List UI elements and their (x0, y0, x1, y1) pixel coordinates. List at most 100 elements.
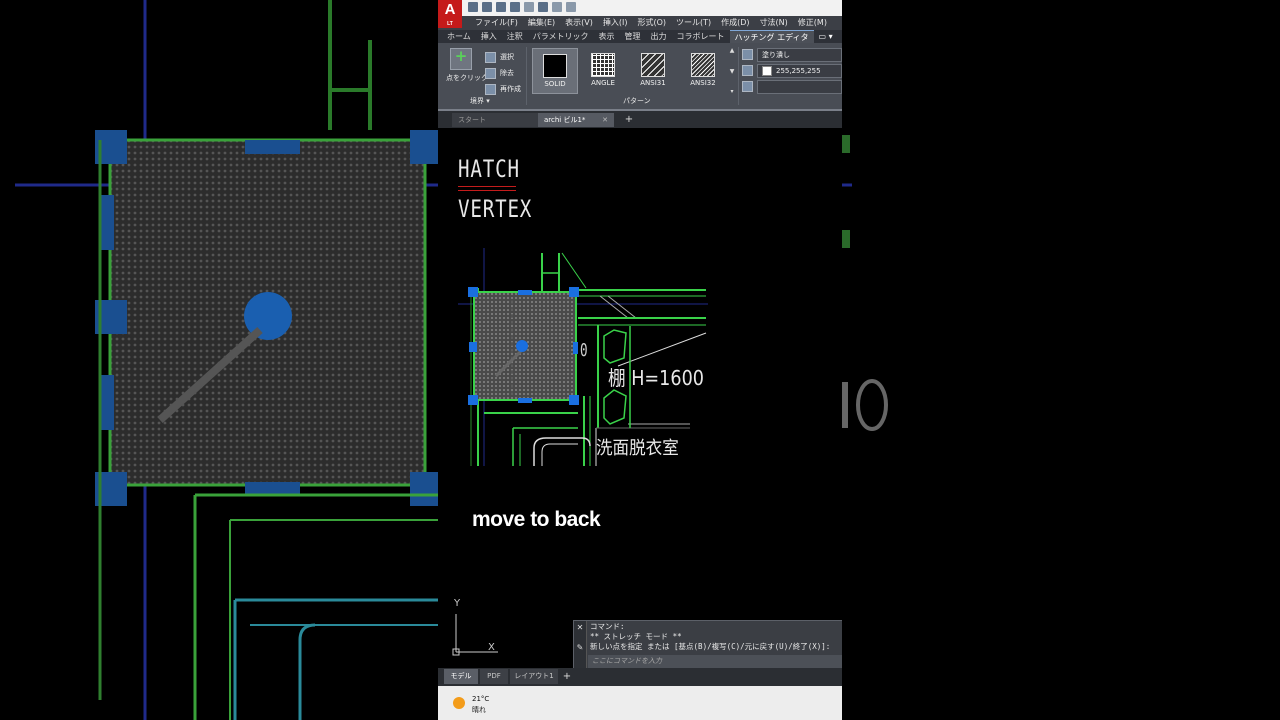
command-line-sidebar: ✕ ✎ (574, 621, 587, 669)
ansi31-pattern-icon (641, 53, 665, 77)
tab-pdf[interactable]: PDF (480, 669, 508, 684)
grip[interactable] (569, 395, 579, 405)
properties-panel: 塗り潰し 255,255,255 (742, 47, 842, 95)
grip[interactable] (468, 287, 478, 297)
hatch-type-row[interactable]: 塗り潰し (742, 47, 842, 62)
pattern-ansi32[interactable]: ANSI32 (681, 48, 725, 92)
tab-model[interactable]: モデル (444, 669, 478, 684)
menu-tools[interactable]: ツール(T) (671, 16, 716, 30)
taskbar: 21°C 晴れ (438, 686, 842, 720)
app-logo-letter: A (444, 1, 456, 18)
autocad-window: A LT ファイル(F) 編集(E) 表示(V) 挿入(I) 形式(O) ツール… (438, 0, 842, 720)
scroll-down-icon[interactable]: ▼ (730, 68, 735, 75)
remove-button[interactable]: 除去 (485, 65, 521, 81)
pattern-ansi32-label: ANSI32 (690, 79, 716, 87)
ribbon-overflow-button[interactable]: ▭ ▾ (814, 30, 838, 43)
hatch-type-field[interactable]: 塗り潰し (757, 47, 842, 62)
pattern-scroll[interactable]: ▲ ▼ ▾ (728, 47, 736, 95)
close-tab-icon[interactable]: ✕ (602, 113, 608, 127)
new-icon[interactable] (468, 2, 478, 12)
document-tabs: スタート archi ビル1* ✕ + (438, 111, 842, 128)
new-tab-button[interactable]: + (622, 113, 636, 127)
application-menu-button[interactable]: A LT (438, 0, 462, 28)
tab-collaborate[interactable]: コラボレート (672, 30, 730, 43)
dimension-fragment: 0 (580, 340, 588, 361)
tab-insert[interactable]: 挿入 (476, 30, 502, 43)
quick-access-toolbar (468, 2, 576, 12)
add-layout-button[interactable]: + (560, 669, 574, 684)
grip[interactable] (518, 290, 532, 295)
tab-hatch-editor[interactable]: ハッチング エディタ (729, 30, 814, 43)
ribbon-tabs: ホーム 挿入 注釈 パラメトリック 表示 管理 出力 コラボレート ハッチング … (438, 30, 842, 43)
save-icon[interactable] (496, 2, 506, 12)
menu-file[interactable]: ファイル(F) (470, 16, 523, 30)
pick-points-button[interactable]: 点をクリック (446, 47, 488, 88)
scroll-up-icon[interactable]: ▲ (730, 47, 735, 54)
hatch-color-row[interactable]: 255,255,255 (742, 63, 842, 78)
pick-points-icon (450, 47, 472, 70)
video-caption: move to back (472, 508, 601, 531)
publish-icon[interactable] (524, 2, 534, 12)
pattern-ansi31[interactable]: ANSI31 (631, 48, 675, 92)
grip[interactable] (518, 398, 532, 403)
tab-layout1[interactable]: レイアウト1 (510, 669, 558, 684)
menu-dimension[interactable]: 寸法(N) (755, 16, 793, 30)
tab-parametric[interactable]: パラメトリック (528, 30, 594, 43)
menu-format[interactable]: 形式(O) (632, 16, 671, 30)
menu-edit[interactable]: 編集(E) (523, 16, 560, 30)
grip[interactable] (469, 342, 477, 352)
hatch-type-value: 塗り潰し (762, 50, 790, 59)
tab-view[interactable]: 表示 (594, 30, 620, 43)
grip[interactable] (569, 287, 579, 297)
menu-draw[interactable]: 作成(D) (716, 16, 754, 30)
title-bar (438, 0, 842, 17)
grip[interactable] (468, 395, 478, 405)
command-history-line: ** ストレッチ モード ** (590, 632, 682, 641)
background-blur-right (842, 0, 1280, 720)
color-swatch (762, 65, 772, 76)
save-as-icon[interactable] (510, 2, 520, 12)
boundary-panel-title[interactable]: 境界 ▾ (470, 95, 490, 107)
redo-icon[interactable] (566, 2, 576, 12)
tab-home[interactable]: ホーム (442, 30, 476, 43)
expand-icon[interactable]: ▾ (730, 88, 733, 95)
tab-annotate[interactable]: 注釈 (502, 30, 528, 43)
customize-icon[interactable]: ✎ (574, 641, 586, 655)
drawing-canvas[interactable]: HATCH VERTEX 0 棚 H=1600 洗面脱衣室 move to ba… (438, 128, 842, 670)
select-button[interactable]: 選択 (485, 49, 521, 65)
remove-icon (485, 67, 496, 79)
background-color-field[interactable] (757, 79, 842, 94)
pattern-angle[interactable]: ANGLE (581, 48, 625, 92)
command-history-line: コマンド: (590, 622, 625, 631)
tab-current-drawing[interactable]: archi ビル1* ✕ (538, 113, 614, 127)
command-history-line: 新しい点を指定 または [基点(B)/複写(C)/元に戻す(U)/終了(X)]: (590, 642, 831, 651)
solid-pattern-icon (543, 54, 567, 78)
pick-points-label: 点をクリック (446, 74, 488, 82)
tab-output[interactable]: 出力 (646, 30, 672, 43)
open-icon[interactable] (482, 2, 492, 12)
grip[interactable] (573, 342, 578, 354)
background-color-row[interactable] (742, 79, 842, 94)
hatch-color-field[interactable]: 255,255,255 (757, 63, 842, 78)
plot-icon[interactable] (538, 2, 548, 12)
background-blur-left (0, 0, 438, 720)
menu-insert[interactable]: 挿入(I) (598, 16, 633, 30)
cad-geometry[interactable] (438, 128, 842, 668)
undo-icon[interactable] (552, 2, 562, 12)
weather-temperature[interactable]: 21°C (472, 695, 489, 703)
pattern-solid[interactable]: SOLID (532, 48, 578, 94)
menu-view[interactable]: 表示(V) (560, 16, 598, 30)
boundary-tools: 選択 除去 再作成 (485, 49, 521, 97)
tab-start[interactable]: スタート (452, 113, 538, 127)
command-input[interactable]: ここにコマンドを入力 (588, 655, 842, 668)
angle-pattern-icon (591, 53, 615, 77)
close-icon[interactable]: ✕ (574, 621, 586, 635)
ucs-y-label: Y (454, 598, 461, 609)
app-edition: LT (447, 21, 453, 27)
hatch-color-value: 255,255,255 (776, 66, 821, 75)
tab-manage[interactable]: 管理 (620, 30, 646, 43)
panel-divider (738, 47, 739, 105)
menu-bar: ファイル(F) 編集(E) 表示(V) 挿入(I) 形式(O) ツール(T) 作… (438, 16, 842, 30)
menu-modify[interactable]: 修正(M) (793, 16, 832, 30)
recreate-button[interactable]: 再作成 (485, 81, 521, 97)
